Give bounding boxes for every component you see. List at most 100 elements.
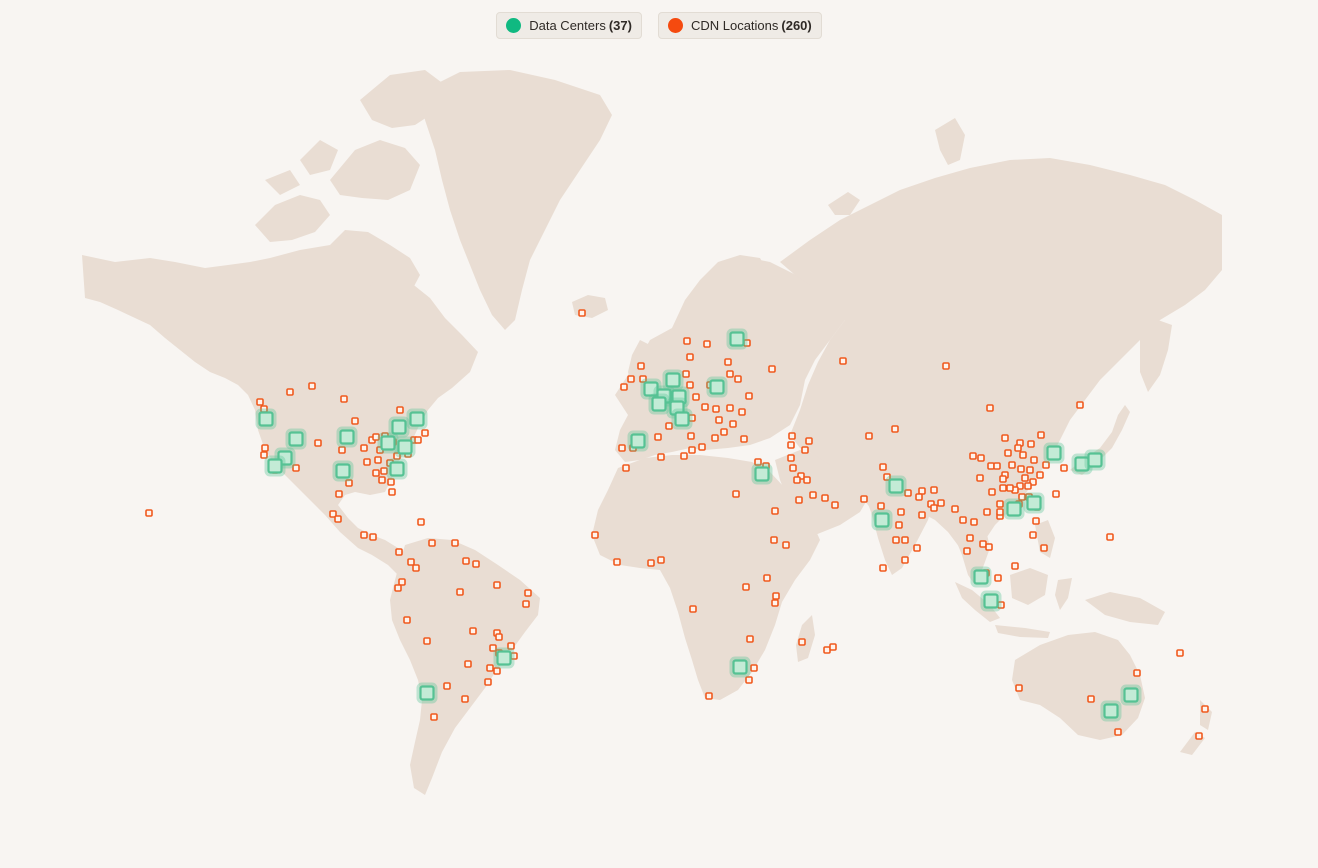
cdn-location-marker[interactable] — [1032, 517, 1040, 525]
cdn-location-marker[interactable] — [726, 404, 734, 412]
cdn-location-marker[interactable] — [726, 370, 734, 378]
cdn-location-marker[interactable] — [1011, 562, 1019, 570]
cdn-location-marker[interactable] — [461, 695, 469, 703]
cdn-location-marker[interactable] — [657, 556, 665, 564]
cdn-location-marker[interactable] — [256, 398, 264, 406]
cdn-location-marker[interactable] — [732, 490, 740, 498]
cdn-location-marker[interactable] — [809, 491, 817, 499]
cdn-location-marker[interactable] — [970, 518, 978, 526]
cdn-location-marker[interactable] — [591, 531, 599, 539]
cdn-location-marker[interactable] — [1001, 434, 1009, 442]
cdn-location-marker[interactable] — [1024, 482, 1032, 490]
cdn-location-marker[interactable] — [789, 464, 797, 472]
cdn-location-marker[interactable] — [895, 521, 903, 529]
cdn-location-marker[interactable] — [387, 478, 395, 486]
cdn-location-marker[interactable] — [988, 488, 996, 496]
cdn-location-marker[interactable] — [665, 422, 673, 430]
data-center-marker[interactable] — [729, 331, 745, 347]
cdn-location-marker[interactable] — [703, 340, 711, 348]
data-center-marker[interactable] — [1103, 703, 1119, 719]
cdn-location-marker[interactable] — [486, 664, 494, 672]
cdn-location-marker[interactable] — [260, 451, 268, 459]
cdn-location-marker[interactable] — [772, 592, 780, 600]
cdn-location-marker[interactable] — [378, 476, 386, 484]
cdn-location-marker[interactable] — [930, 486, 938, 494]
cdn-location-marker[interactable] — [983, 508, 991, 516]
cdn-location-marker[interactable] — [1195, 732, 1203, 740]
cdn-location-marker[interactable] — [879, 463, 887, 471]
cdn-location-marker[interactable] — [771, 507, 779, 515]
cdn-location-marker[interactable] — [994, 574, 1002, 582]
cdn-location-marker[interactable] — [698, 443, 706, 451]
cdn-location-marker[interactable] — [647, 559, 655, 567]
data-center-marker[interactable] — [665, 372, 681, 388]
cdn-location-marker[interactable] — [1201, 705, 1209, 713]
cdn-location-marker[interactable] — [395, 548, 403, 556]
cdn-location-marker[interactable] — [1008, 461, 1016, 469]
cdn-location-marker[interactable] — [996, 508, 1004, 516]
cdn-location-marker[interactable] — [771, 599, 779, 607]
world-map[interactable] — [0, 0, 1318, 868]
cdn-location-marker[interactable] — [686, 381, 694, 389]
cdn-location-marker[interactable] — [522, 600, 530, 608]
cdn-location-marker[interactable] — [360, 531, 368, 539]
cdn-location-marker[interactable] — [464, 660, 472, 668]
data-center-marker[interactable] — [419, 685, 435, 701]
cdn-location-marker[interactable] — [394, 584, 402, 592]
cdn-location-marker[interactable] — [734, 375, 742, 383]
cdn-location-marker[interactable] — [986, 404, 994, 412]
cdn-location-marker[interactable] — [1040, 544, 1048, 552]
cdn-location-marker[interactable] — [724, 358, 732, 366]
cdn-location-marker[interactable] — [657, 453, 665, 461]
cdn-location-marker[interactable] — [689, 605, 697, 613]
cdn-location-marker[interactable] — [495, 633, 503, 641]
cdn-location-marker[interactable] — [692, 393, 700, 401]
cdn-location-marker[interactable] — [913, 544, 921, 552]
cdn-location-marker[interactable] — [428, 539, 436, 547]
cdn-location-marker[interactable] — [469, 627, 477, 635]
cdn-location-marker[interactable] — [803, 476, 811, 484]
data-center-marker[interactable] — [630, 433, 646, 449]
cdn-location-marker[interactable] — [705, 692, 713, 700]
cdn-location-marker[interactable] — [380, 467, 388, 475]
cdn-location-marker[interactable] — [951, 505, 959, 513]
data-center-marker[interactable] — [973, 569, 989, 585]
cdn-location-marker[interactable] — [456, 588, 464, 596]
cdn-location-marker[interactable] — [351, 417, 359, 425]
cdn-location-marker[interactable] — [701, 403, 709, 411]
data-center-marker[interactable] — [339, 429, 355, 445]
data-center-marker[interactable] — [391, 419, 407, 435]
cdn-location-marker[interactable] — [493, 581, 501, 589]
cdn-location-marker[interactable] — [403, 616, 411, 624]
cdn-location-marker[interactable] — [680, 452, 688, 460]
data-center-marker[interactable] — [874, 512, 890, 528]
cdn-location-marker[interactable] — [768, 365, 776, 373]
data-center-marker[interactable] — [709, 379, 725, 395]
data-center-marker[interactable] — [1046, 445, 1062, 461]
cdn-location-marker[interactable] — [901, 556, 909, 564]
cdn-location-marker[interactable] — [618, 444, 626, 452]
cdn-location-marker[interactable] — [1014, 444, 1022, 452]
cdn-location-marker[interactable] — [787, 454, 795, 462]
data-center-marker[interactable] — [409, 411, 425, 427]
data-center-marker[interactable] — [983, 593, 999, 609]
cdn-location-marker[interactable] — [484, 678, 492, 686]
cdn-location-marker[interactable] — [396, 406, 404, 414]
data-center-marker[interactable] — [1087, 452, 1103, 468]
data-center-marker[interactable] — [288, 431, 304, 447]
data-center-marker[interactable] — [380, 435, 396, 451]
cdn-location-marker[interactable] — [1133, 669, 1141, 677]
cdn-location-marker[interactable] — [740, 435, 748, 443]
cdn-location-marker[interactable] — [969, 452, 977, 460]
cdn-location-marker[interactable] — [414, 436, 422, 444]
cdn-location-marker[interactable] — [1087, 695, 1095, 703]
data-center-marker[interactable] — [674, 411, 690, 427]
cdn-location-marker[interactable] — [145, 509, 153, 517]
cdn-location-marker[interactable] — [966, 534, 974, 542]
cdn-location-marker[interactable] — [1006, 484, 1014, 492]
cdn-location-marker[interactable] — [892, 536, 900, 544]
cdn-location-marker[interactable] — [782, 541, 790, 549]
cdn-location-marker[interactable] — [338, 446, 346, 454]
cdn-location-marker[interactable] — [879, 564, 887, 572]
data-center-marker[interactable] — [389, 461, 405, 477]
